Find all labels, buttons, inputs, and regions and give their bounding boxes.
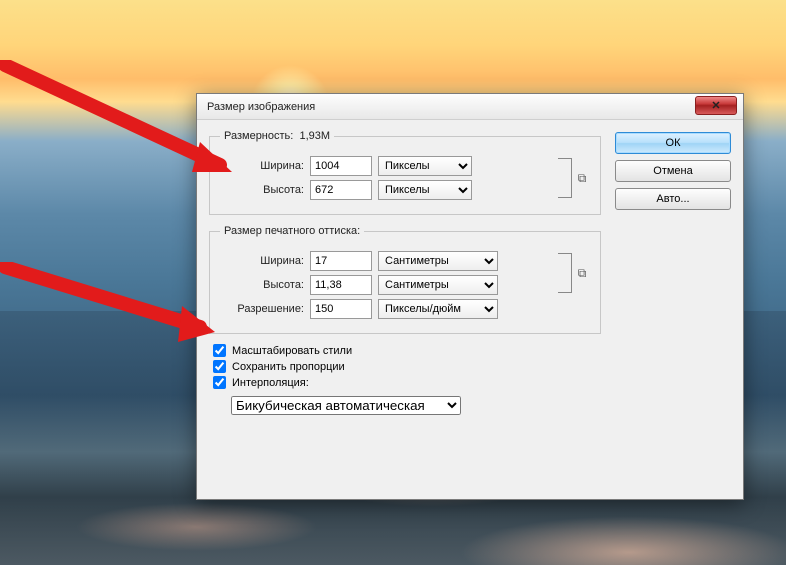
print-height-input[interactable] <box>310 275 372 295</box>
print-width-input[interactable] <box>310 251 372 271</box>
print-size-group: Размер печатного оттиска: Ширина: Сантим… <box>209 225 601 334</box>
cancel-button[interactable]: Отмена <box>615 160 731 182</box>
close-button[interactable]: ✕ <box>695 96 737 115</box>
interpolation-label: Интерполяция: <box>232 377 309 389</box>
dialog-titlebar: Размер изображения ✕ <box>197 94 743 120</box>
image-size-dialog: Размер изображения ✕ Размерность: 1,93M … <box>196 93 744 500</box>
height-input[interactable] <box>310 180 372 200</box>
print-size-legend: Размер печатного оттиска: <box>220 225 364 237</box>
print-height-label: Высота: <box>220 279 304 291</box>
scale-styles-label: Масштабировать стили <box>232 345 352 357</box>
width-unit-select[interactable]: Пикселы <box>378 156 472 176</box>
ok-button[interactable]: ОК <box>615 132 731 154</box>
height-label: Высота: <box>220 184 304 196</box>
print-height-unit-select[interactable]: Сантиметры <box>378 275 498 295</box>
width-label: Ширина: <box>220 160 304 172</box>
file-size: 1,93M <box>299 130 330 142</box>
resolution-unit-select[interactable]: Пикселы/дюйм <box>378 299 498 319</box>
link-icon[interactable]: ⧉ <box>574 265 590 281</box>
auto-button[interactable]: Авто... <box>615 188 731 210</box>
interpolation-select[interactable]: Бикубическая автоматическая <box>231 396 461 415</box>
interpolation-checkbox[interactable] <box>213 376 226 389</box>
resolution-label: Разрешение: <box>220 303 304 315</box>
close-icon: ✕ <box>711 99 720 112</box>
link-print: ⧉ <box>558 253 590 293</box>
dialog-title: Размер изображения <box>207 101 315 113</box>
pixel-dimensions-group: Размерность: 1,93M Ширина: Пикселы Высот… <box>209 130 601 215</box>
link-dimensions: ⧉ <box>558 152 590 204</box>
constrain-proportions-checkbox[interactable] <box>213 360 226 373</box>
width-input[interactable] <box>310 156 372 176</box>
print-width-unit-select[interactable]: Сантиметры <box>378 251 498 271</box>
scale-styles-checkbox[interactable] <box>213 344 226 357</box>
resolution-input[interactable] <box>310 299 372 319</box>
constrain-proportions-label: Сохранить пропорции <box>232 361 345 373</box>
link-icon[interactable]: ⧉ <box>574 170 590 186</box>
height-unit-select[interactable]: Пикселы <box>378 180 472 200</box>
pixel-dimensions-legend: Размерность: 1,93M <box>220 130 334 142</box>
print-width-label: Ширина: <box>220 255 304 267</box>
